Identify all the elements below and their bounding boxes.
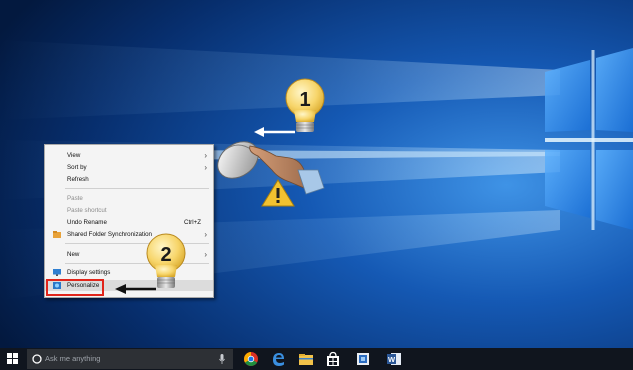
cortana-circle-icon [32, 354, 42, 364]
store-icon[interactable] [325, 351, 341, 367]
arrow-left-icon [115, 284, 156, 294]
word-icon[interactable]: W [386, 351, 402, 367]
search-box[interactable]: Ask me anything [27, 349, 233, 369]
taskbar: Ask me anything W [0, 348, 633, 370]
arrow-left-icon [254, 127, 295, 137]
chrome-icon[interactable] [243, 351, 259, 367]
step-2-number: 2 [160, 244, 171, 266]
step-1-lightbulb-icon: 1 [285, 78, 325, 132]
edge-icon[interactable] [270, 351, 286, 367]
app-icon[interactable] [355, 351, 371, 367]
file-explorer-icon[interactable] [298, 351, 314, 367]
annotation-overlay: 1 2 [115, 78, 325, 294]
step-2-lightbulb-icon: 2 [146, 233, 186, 288]
mouse-icon [217, 141, 259, 179]
microphone-icon[interactable] [219, 354, 225, 364]
search-placeholder: Ask me anything [45, 354, 101, 363]
hand-click-icon [249, 145, 325, 195]
start-icon[interactable] [7, 353, 18, 364]
desktop-screen[interactable]: View › Sort by › Refresh Paste Paste sho… [0, 0, 633, 370]
step-1-number: 1 [299, 89, 310, 111]
svg-text:W: W [388, 355, 396, 364]
warning-icon [261, 179, 295, 207]
